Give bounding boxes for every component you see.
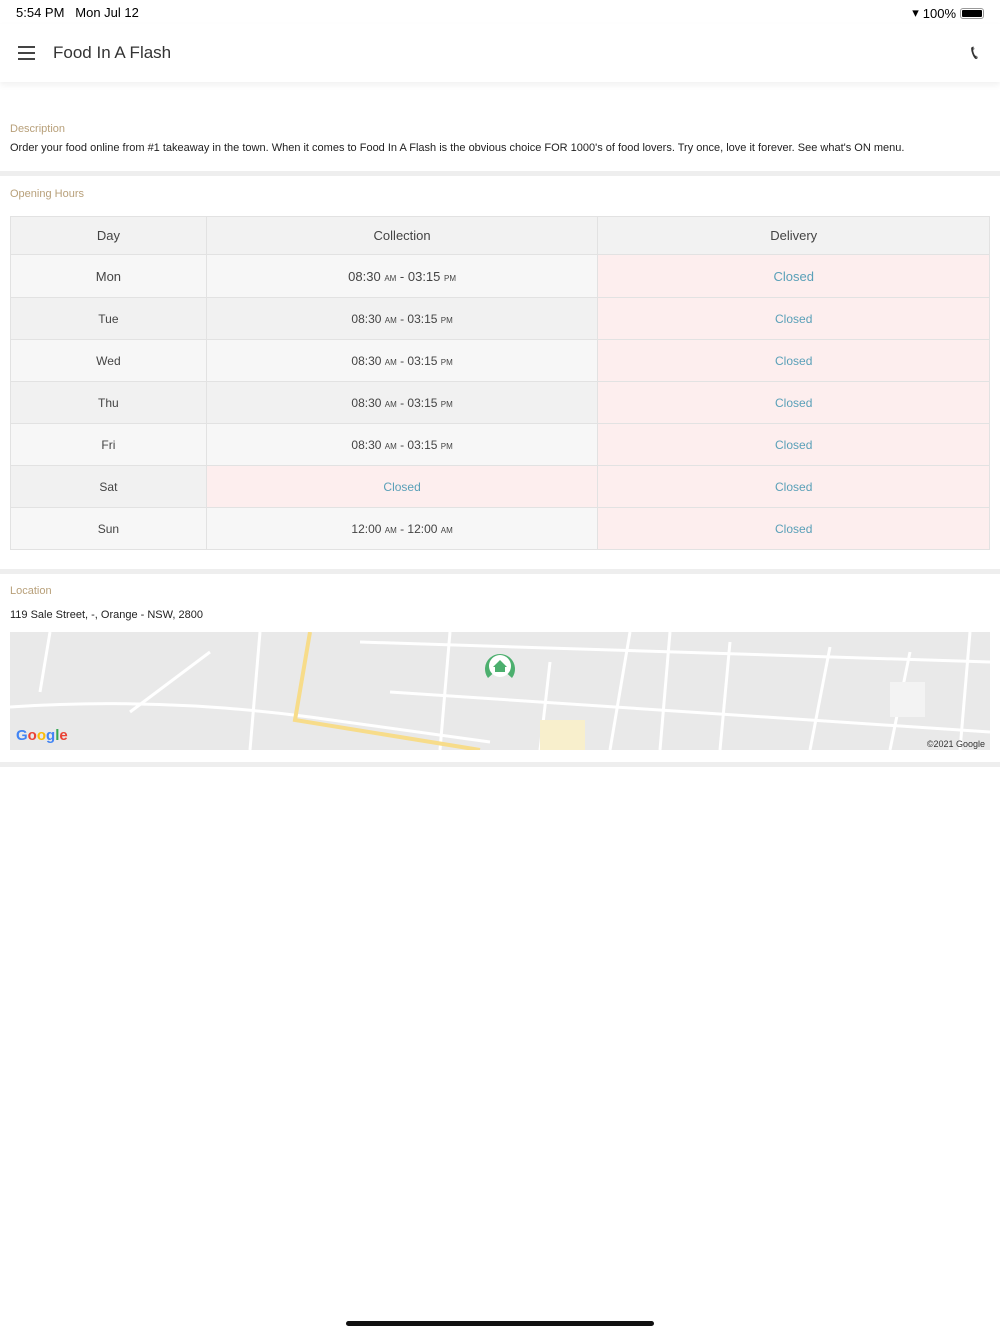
table-row: Sun 12:00 AM - 12:00 AM Closed (10, 507, 990, 550)
opening-hours-table: Day Collection Delivery Mon 08:30 AM - 03… (10, 216, 990, 550)
wifi-icon: ▾ (912, 5, 919, 20)
home-indicator[interactable] (346, 1321, 654, 1326)
collection-cell: Closed (205, 465, 599, 508)
battery-percent: 100% (922, 5, 956, 21)
collection-cell: 08:30 AM - 03:15 PM (205, 423, 599, 466)
table-row: Mon 08:30 AM - 03:15 PM Closed (10, 254, 990, 298)
status-time: 5:54 PM Mon Jul 12 (16, 5, 139, 20)
day-cell: Thu (10, 381, 207, 424)
delivery-cell: Closed (597, 465, 990, 508)
day-cell: Mon (10, 254, 207, 298)
day-cell: Sun (10, 507, 207, 550)
collection-cell: 12:00 AM - 12:00 AM (205, 507, 599, 550)
collection-cell: 08:30 AM - 03:15 PM (205, 339, 599, 382)
delivery-cell: Closed (597, 254, 990, 298)
divider (0, 569, 1000, 574)
table-row: Sat Closed Closed (10, 465, 990, 508)
location-label: Location (10, 585, 52, 597)
divider (0, 762, 1000, 767)
table-row: Wed 08:30 AM - 03:15 PM Closed (10, 339, 990, 382)
column-header-delivery: Delivery (597, 216, 990, 255)
delivery-cell: Closed (597, 507, 990, 550)
google-logo: Google (16, 727, 68, 744)
location-pin-icon (485, 654, 515, 678)
date: Mon Jul 12 (75, 5, 139, 20)
day-cell: Sat (10, 465, 207, 508)
nav-bar: Food In A Flash 📞︎ (0, 24, 1000, 82)
table-row: Tue 08:30 AM - 03:15 PM Closed (10, 297, 990, 340)
description-label: Description (10, 123, 66, 135)
map-roads (10, 632, 990, 750)
time: 5:54 PM (16, 5, 65, 20)
page-title: Food In A Flash (53, 43, 172, 62)
address: 119 Sale Street, -, Orange - NSW, 2800 (10, 609, 204, 621)
table-row: Fri 08:30 AM - 03:15 PM Closed (10, 423, 990, 466)
opening-hours-label: Opening Hours (10, 188, 84, 200)
day-cell: Fri (10, 423, 207, 466)
description-text: Order your food online from #1 takeaway … (10, 142, 905, 154)
day-cell: Wed (10, 339, 207, 382)
delivery-cell: Closed (597, 339, 990, 382)
column-header-collection: Collection (205, 216, 599, 255)
column-header-day: Day (10, 216, 207, 255)
collection-cell: 08:30 AM - 03:15 PM (205, 254, 599, 298)
divider (0, 171, 1000, 176)
delivery-cell: Closed (597, 381, 990, 424)
delivery-cell: Closed (597, 423, 990, 466)
collection-cell: 08:30 AM - 03:15 PM (205, 297, 599, 340)
phone-icon[interactable]: 📞︎ (971, 42, 978, 65)
map-copyright: ©2021 Google (926, 739, 985, 749)
day-cell: Tue (10, 297, 207, 340)
collection-cell: 08:30 AM - 03:15 PM (205, 381, 599, 424)
table-row: Thu 08:30 AM - 03:15 PM Closed (10, 381, 990, 424)
battery-icon (960, 7, 984, 19)
map[interactable]: Google ©2021 Google (10, 632, 990, 750)
status-bar: 5:54 PM Mon Jul 12 ▾ 100% (0, 0, 1000, 24)
delivery-cell: Closed (597, 297, 990, 340)
menu-icon[interactable] (18, 46, 35, 64)
